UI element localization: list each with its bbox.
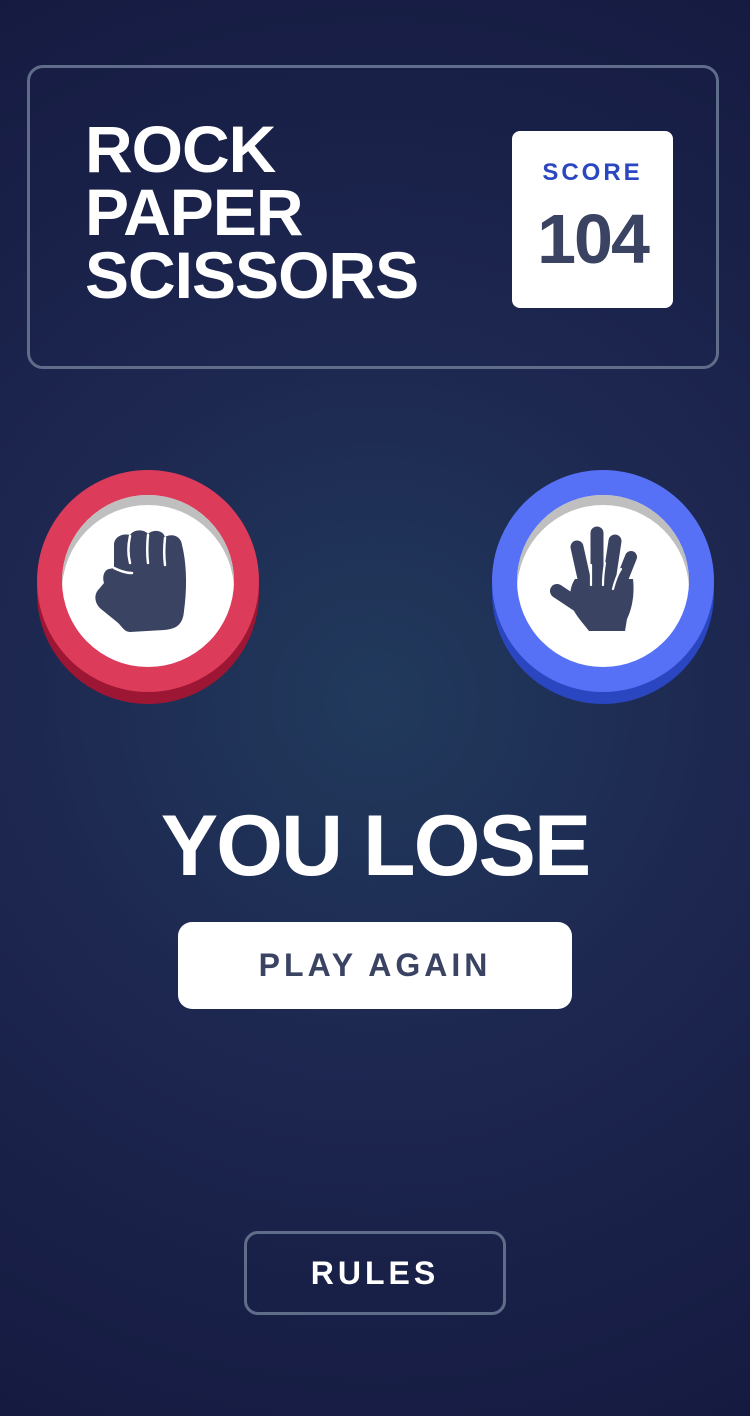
score-label: SCORE — [542, 159, 643, 186]
title-line-paper: PAPER — [85, 175, 304, 249]
rules-button[interactable]: RULES — [244, 1231, 506, 1315]
score-box: SCORE 104 — [512, 131, 673, 308]
game-header: ROCK PAPER SCISSORS SCORE 104 — [27, 65, 719, 369]
rock-token-face — [62, 495, 234, 667]
result-text: YOU LOSE — [160, 798, 591, 894]
open-hand-icon — [550, 526, 637, 631]
rock-token-ring — [37, 470, 259, 692]
paper-token-ring — [492, 470, 714, 692]
game-title: ROCK PAPER SCISSORS — [85, 112, 419, 312]
fist-icon — [95, 530, 187, 632]
title-line-scissors: SCISSORS — [85, 238, 419, 312]
player-pick-rock-token — [37, 470, 259, 704]
house-pick-paper-token — [492, 470, 714, 704]
play-again-button[interactable]: PLAY AGAIN — [178, 922, 572, 1009]
title-line-rock: ROCK — [85, 112, 276, 186]
score-value: 104 — [537, 200, 650, 278]
paper-token-face — [517, 495, 689, 667]
